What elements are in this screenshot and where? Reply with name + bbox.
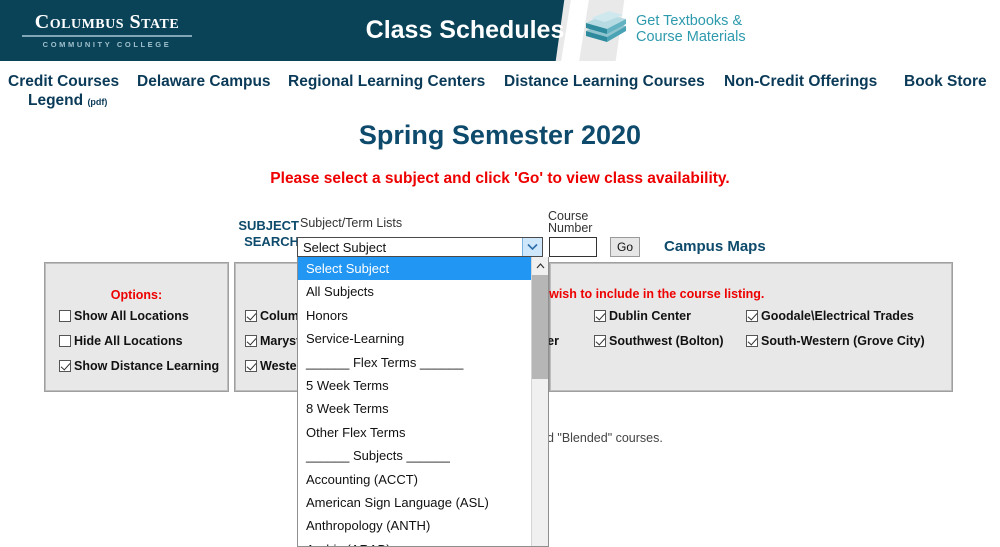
- dropdown-option[interactable]: Arabic (ARAB): [298, 538, 531, 546]
- subject-select-value: Select Subject: [303, 240, 387, 255]
- checkbox-hide-all-locations[interactable]: Hide All Locations: [59, 334, 183, 348]
- nav-non-credit[interactable]: Non-Credit Offerings: [724, 73, 877, 91]
- checkbox-southwest-bolton[interactable]: Southwest (Bolton): [594, 334, 724, 348]
- course-number-line-2: Number: [548, 221, 593, 235]
- checkbox-box-show-distance-learning[interactable]: [59, 360, 71, 372]
- dropdown-option[interactable]: Honors: [298, 304, 531, 327]
- nav-legend[interactable]: Legend (pdf): [28, 92, 107, 110]
- blended-courses-note: ed "Blended" courses.: [540, 431, 663, 445]
- checkbox-label-south-western-grove-city: South-Western (Grove City): [761, 334, 925, 348]
- centers-panel-inner: u wish to include in the course listing.…: [538, 263, 952, 391]
- checkbox-label-show-all-locations: Show All Locations: [74, 309, 189, 323]
- checkbox-show-all-locations[interactable]: Show All Locations: [59, 309, 189, 323]
- nav-legend-label: Legend: [28, 92, 84, 109]
- checkbox-box-westerville[interactable]: [245, 360, 257, 372]
- dropdown-option[interactable]: Anthropology (ANTH): [298, 514, 531, 537]
- campus-maps-link[interactable]: Campus Maps: [664, 238, 766, 255]
- textbooks-line-2: Course Materials: [636, 29, 746, 45]
- checkbox-box-dublin-center[interactable]: [594, 310, 606, 322]
- centers-panel-note: u wish to include in the course listing.: [538, 287, 765, 301]
- logo-sub-text: COMMUNITY COLLEGE: [42, 40, 172, 49]
- page-title: Spring Semester 2020: [358, 120, 642, 150]
- subject-term-lists-label: Subject/Term Lists: [300, 216, 403, 230]
- main-navigation: Credit Courses Legend (pdf) Delaware Cam…: [0, 65, 1000, 110]
- checkbox-box-goodale-electrical-trades[interactable]: [746, 310, 758, 322]
- course-number-label: Course Number: [548, 210, 593, 235]
- get-textbooks-link[interactable]: Get Textbooks & Course Materials: [583, 9, 746, 49]
- subject-search-line-2: SEARCH: [244, 234, 299, 249]
- checkbox-box-hide-all-locations[interactable]: [59, 335, 71, 347]
- dropdown-option[interactable]: American Sign Language (ASL): [298, 491, 531, 514]
- checkbox-label-goodale-electrical-trades: Goodale\Electrical Trades: [761, 309, 914, 323]
- checkbox-dublin-center[interactable]: Dublin Center: [594, 309, 691, 323]
- nav-regional-centers[interactable]: Regional Learning Centers: [288, 73, 485, 91]
- course-number-input[interactable]: [549, 237, 597, 257]
- chevron-down-icon[interactable]: [522, 238, 542, 256]
- page-instruction: Please select a subject and click 'Go' t…: [270, 170, 730, 187]
- checkbox-box-southwest-bolton[interactable]: [594, 335, 606, 347]
- dropdown-option[interactable]: 5 Week Terms: [298, 374, 531, 397]
- dropdown-scrollbar[interactable]: [531, 257, 548, 546]
- dropdown-option[interactable]: Service-Learning: [298, 327, 531, 350]
- nav-legend-pdf-suffix: (pdf): [87, 97, 108, 107]
- logo-main-text: Columbus State: [34, 11, 180, 33]
- checkbox-label-southwest-bolton: Southwest (Bolton): [609, 334, 724, 348]
- dropdown-scrollbar-thumb[interactable]: [532, 275, 548, 379]
- textbooks-line-1: Get Textbooks &: [636, 13, 743, 29]
- dropdown-option[interactable]: Other Flex Terms: [298, 421, 531, 444]
- dropdown-option[interactable]: All Subjects: [298, 280, 531, 303]
- subject-dropdown-list[interactable]: Select Subject All Subjects Honors Service-…: [297, 257, 549, 547]
- nav-distance-learning[interactable]: Distance Learning Courses: [504, 73, 705, 91]
- scroll-up-arrow-icon[interactable]: [532, 257, 548, 274]
- dropdown-option[interactable]: 8 Week Terms: [298, 397, 531, 420]
- options-panel-inner: Options: Show All Locations Hide All Loc…: [45, 263, 228, 391]
- logo-divider: [22, 35, 192, 37]
- checkbox-box-south-western-grove-city[interactable]: [746, 335, 758, 347]
- options-panel: Options: Show All Locations Hide All Loc…: [43, 261, 230, 393]
- page-header-title: Class Schedules: [365, 16, 565, 44]
- nav-credit-courses[interactable]: Credit Courses: [8, 73, 119, 91]
- columbus-state-logo[interactable]: Columbus State COMMUNITY COLLEGE: [22, 11, 192, 49]
- checkbox-box-show-all-locations[interactable]: [59, 310, 71, 322]
- get-textbooks-label: Get Textbooks & Course Materials: [636, 13, 746, 45]
- dropdown-option[interactable]: Accounting (ACCT): [298, 468, 531, 491]
- checkbox-label-dublin-center: Dublin Center: [609, 309, 691, 323]
- subject-search-line-1: SUBJECT: [238, 218, 299, 233]
- checkbox-box-marysville[interactable]: [245, 335, 257, 347]
- checkbox-label-hide-all-locations: Hide All Locations: [74, 334, 183, 348]
- checkbox-south-western-grove-city[interactable]: South-Western (Grove City): [746, 334, 925, 348]
- dropdown-option[interactable]: ______ Flex Terms ______: [298, 351, 531, 374]
- checkbox-show-distance-learning[interactable]: Show Distance Learning: [59, 359, 219, 373]
- checkbox-box-columbus[interactable]: [245, 310, 257, 322]
- options-panel-title: Options:: [110, 288, 163, 302]
- site-header: Columbus State COMMUNITY COLLEGE Class S…: [0, 0, 1000, 61]
- checkbox-label-show-distance-learning: Show Distance Learning: [74, 359, 220, 373]
- dropdown-option[interactable]: ______ Subjects ______: [298, 444, 531, 467]
- subject-dropdown-options[interactable]: Select Subject All Subjects Honors Service-…: [298, 257, 531, 546]
- nav-delaware-campus[interactable]: Delaware Campus: [137, 73, 271, 91]
- subject-select[interactable]: Select Subject: [297, 237, 543, 257]
- centers-panel: u wish to include in the course listing.…: [538, 261, 954, 393]
- checkbox-goodale-electrical-trades[interactable]: Goodale\Electrical Trades: [746, 309, 914, 323]
- books-icon: [583, 9, 629, 49]
- nav-book-store[interactable]: Book Store: [904, 73, 987, 91]
- dropdown-option[interactable]: Select Subject: [298, 257, 531, 281]
- go-button[interactable]: Go: [610, 237, 640, 257]
- subject-search-label: SUBJECT SEARCH: [219, 218, 299, 250]
